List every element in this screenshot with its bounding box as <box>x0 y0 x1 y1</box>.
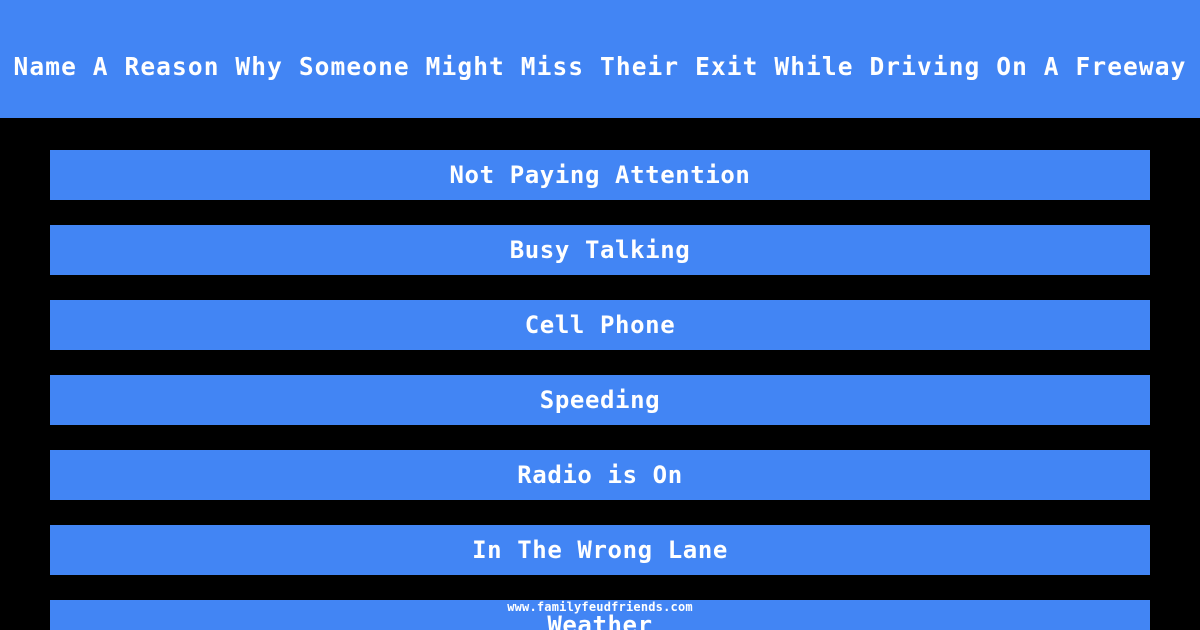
answer-label: Cell Phone <box>524 311 676 339</box>
answer-row-1[interactable]: Not Paying Attention <box>50 150 1150 200</box>
question-text: Name A Reason Why Someone Might Miss The… <box>13 51 1187 81</box>
answer-row-6[interactable]: In The Wrong Lane <box>50 525 1150 575</box>
answer-label: Busy Talking <box>509 236 691 264</box>
answer-row-2[interactable]: Busy Talking <box>50 225 1150 275</box>
question-header: Name A Reason Why Someone Might Miss The… <box>0 0 1200 118</box>
answer-label: In The Wrong Lane <box>472 536 728 564</box>
answer-label: Weather <box>547 611 653 630</box>
answers-list: Not Paying Attention Busy Talking Cell P… <box>0 118 1200 630</box>
answer-row-7[interactable]: Weather <box>50 600 1150 630</box>
answer-row-5[interactable]: Radio is On <box>50 450 1150 500</box>
answer-row-4[interactable]: Speeding <box>50 375 1150 425</box>
answer-label: Speeding <box>539 386 661 414</box>
answer-label: Radio is On <box>517 461 683 489</box>
answer-row-3[interactable]: Cell Phone <box>50 300 1150 350</box>
answer-label: Not Paying Attention <box>449 161 751 189</box>
